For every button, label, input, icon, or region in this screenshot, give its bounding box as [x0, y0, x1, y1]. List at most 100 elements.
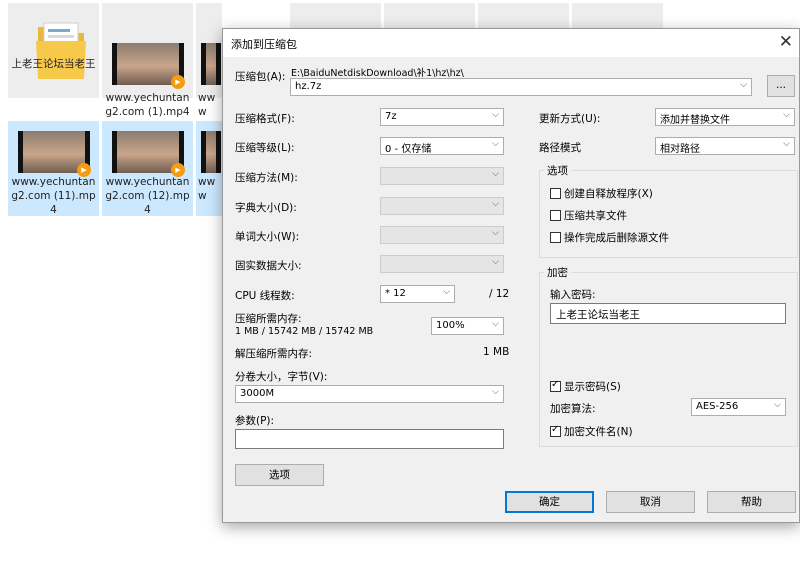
dialog-titlebar[interactable]: 添加到压缩包 ✕	[223, 29, 799, 57]
video-thumbnail	[201, 43, 221, 85]
params-input[interactable]	[235, 429, 504, 449]
help-button[interactable]: 帮助	[707, 491, 796, 513]
method-select[interactable]: ⌵	[380, 167, 504, 185]
file-tile-folder[interactable]: 上老王论坛当老王	[8, 3, 99, 98]
dialog-title: 添加到压缩包	[231, 38, 297, 51]
mem-decomp-value: 1 MB	[483, 346, 510, 358]
chevron-down-icon: ⌵	[443, 287, 450, 297]
chevron-down-icon: ⌵	[492, 199, 499, 209]
archive-name-value: hz.7z	[295, 81, 322, 92]
chevron-down-icon: ⌵	[492, 319, 499, 329]
split-value: 3000M	[240, 388, 275, 399]
close-icon[interactable]: ✕	[779, 32, 793, 52]
mem-comp-value: 1 MB / 15742 MB / 15742 MB	[235, 326, 374, 337]
path-value: 相对路径	[660, 144, 700, 155]
file-tile-video[interactable]: ▶ www.yechuntang2.com (1).mp4	[102, 3, 193, 118]
file-tile-partial	[478, 3, 569, 28]
shared-checkbox[interactable]: 压缩共享文件	[550, 208, 627, 223]
path-select[interactable]: 相对路径 ⌵	[655, 137, 795, 155]
solid-label: 固实数据大小:	[235, 260, 302, 272]
options-group-title: 选项	[544, 163, 571, 178]
file-tile-video[interactable]: www	[196, 121, 222, 216]
file-name: www.yechuntang2.com (1).mp4	[105, 92, 190, 118]
chevron-down-icon: ⌵	[740, 80, 747, 90]
cpu-value: * 12	[385, 288, 406, 299]
method-label: 压缩方法(M):	[235, 172, 298, 184]
play-icon: ▶	[171, 75, 185, 89]
ok-button[interactable]: 确定	[505, 491, 594, 513]
chevron-down-icon: ⌵	[492, 387, 499, 397]
add-to-archive-dialog: 添加到压缩包 ✕ 压缩包(A): E:\BaiduNetdiskDownload…	[222, 28, 800, 523]
archive-label: 压缩包(A):	[235, 71, 286, 83]
delete-source-checkbox[interactable]: 操作完成后删除源文件	[550, 230, 669, 245]
file-tile-video[interactable]: www	[196, 3, 222, 118]
file-name: 上老王论坛当老王	[11, 58, 96, 70]
encrypt-filenames-checkbox[interactable]: 加密文件名(N)	[550, 424, 633, 439]
file-name: www.yechuntang2.com (11).mp4	[11, 176, 96, 216]
solid-select[interactable]: ⌵	[380, 255, 504, 273]
checkbox-icon	[550, 232, 561, 243]
file-name: www	[198, 176, 216, 202]
cancel-button[interactable]: 取消	[606, 491, 695, 513]
chevron-down-icon: ⌵	[492, 169, 499, 179]
checkbox-icon	[550, 210, 561, 221]
file-tile-partial	[384, 3, 475, 28]
cpu-total: / 12	[489, 288, 510, 300]
word-select[interactable]: ⌵	[380, 226, 504, 244]
chevron-down-icon: ⌵	[783, 139, 790, 149]
file-tile-video[interactable]: ▶ www.yechuntang2.com (12).mp4	[102, 121, 193, 216]
enc-method-label: 加密算法:	[550, 403, 596, 415]
word-label: 单词大小(W):	[235, 231, 300, 243]
mem-percent-value: 100%	[436, 320, 465, 331]
split-label: 分卷大小，字节(V):	[235, 371, 328, 383]
chevron-down-icon: ⌵	[492, 139, 499, 149]
show-password-checkbox[interactable]: 显示密码(S)	[550, 379, 621, 394]
enc-method-value: AES-256	[696, 401, 739, 412]
params-label: 参数(P):	[235, 415, 275, 427]
video-thumbnail	[201, 131, 221, 173]
file-tile-video[interactable]: ▶ www.yechuntang2.com (11).mp4	[8, 121, 99, 216]
mem-percent-select[interactable]: 100% ⌵	[431, 317, 504, 335]
shared-label: 压缩共享文件	[564, 210, 627, 222]
options-button[interactable]: 选项	[235, 464, 324, 486]
encryption-group-title: 加密	[544, 265, 571, 280]
checkbox-checked-icon	[550, 379, 561, 392]
format-label: 压缩格式(F):	[235, 113, 295, 125]
encrypt-filenames-label: 加密文件名(N)	[564, 426, 633, 438]
file-name: www	[198, 92, 216, 118]
folder-icon	[36, 22, 86, 79]
chevron-down-icon: ⌵	[492, 257, 499, 267]
update-label: 更新方式(U):	[539, 113, 601, 125]
video-thumbnail: ▶	[112, 43, 185, 89]
password-input[interactable]: 上老王论坛当老王	[550, 303, 786, 324]
chevron-down-icon: ⌵	[492, 110, 499, 120]
format-select[interactable]: 7z ⌵	[380, 108, 504, 126]
file-tile-partial	[290, 3, 381, 28]
password-label: 输入密码:	[550, 289, 596, 301]
video-thumbnail: ▶	[18, 131, 91, 177]
archive-path: E:\BaiduNetdiskDownload\补1\hz\hz\	[291, 68, 464, 79]
cpu-select[interactable]: * 12 ⌵	[380, 285, 455, 303]
chevron-down-icon: ⌵	[774, 400, 781, 410]
level-select[interactable]: 0 - 仅存储 ⌵	[380, 137, 504, 155]
chevron-down-icon: ⌵	[492, 228, 499, 238]
encryption-group: 加密 输入密码: 上老王论坛当老王 显示密码(S) 加密算法: AES-256 …	[539, 265, 798, 447]
file-tile-partial	[572, 3, 663, 28]
archive-name-input[interactable]: hz.7z ⌵	[290, 78, 752, 96]
dict-select[interactable]: ⌵	[380, 197, 504, 215]
sfx-checkbox[interactable]: 创建自释放程序(X)	[550, 186, 653, 201]
browse-button[interactable]: ...	[767, 75, 795, 97]
split-size-input[interactable]: 3000M ⌵	[235, 385, 504, 403]
checkbox-checked-icon	[550, 424, 561, 437]
show-password-label: 显示密码(S)	[564, 381, 621, 393]
delete-source-label: 操作完成后删除源文件	[564, 232, 669, 244]
desktop: 上老王论坛当老王 ▶ www.yechuntang2.com (1).mp4 w…	[0, 0, 800, 571]
update-select[interactable]: 添加并替换文件 ⌵	[655, 108, 795, 126]
path-label: 路径模式	[539, 142, 581, 154]
video-thumbnail: ▶	[112, 131, 185, 177]
mem-decomp-label: 解压缩所需内存:	[235, 348, 313, 360]
update-value: 添加并替换文件	[660, 115, 730, 126]
sfx-label: 创建自释放程序(X)	[564, 188, 653, 200]
enc-method-select[interactable]: AES-256 ⌵	[691, 398, 786, 416]
file-name: www.yechuntang2.com (12).mp4	[105, 176, 190, 216]
